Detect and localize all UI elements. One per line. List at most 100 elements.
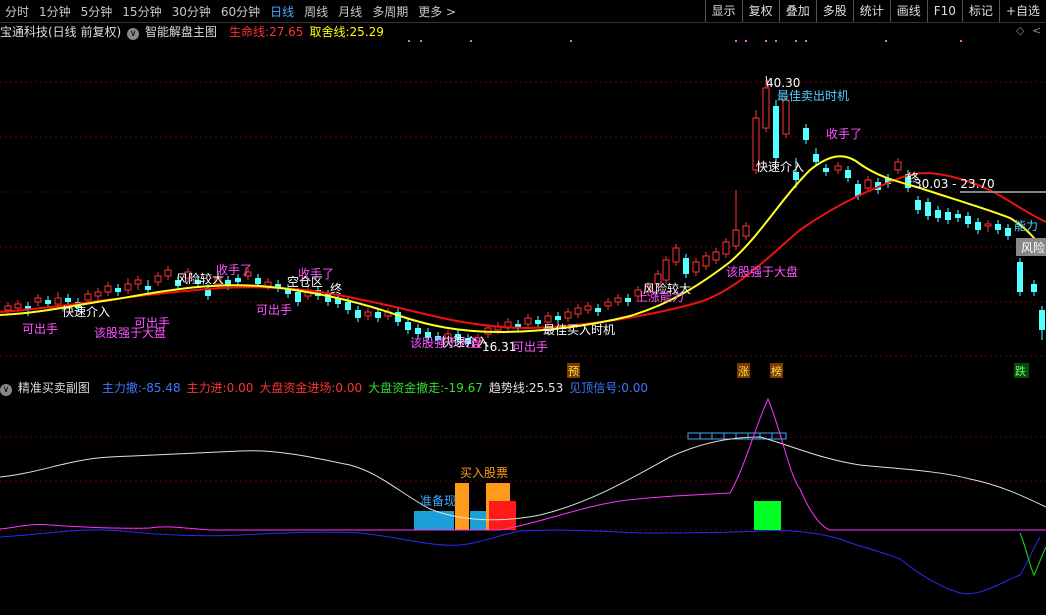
candle-body — [975, 222, 981, 230]
life-line-label: 生命线: — [229, 24, 270, 39]
main-force-in-value: 0.00 — [226, 380, 254, 395]
main-chart-header: 宝通科技(日线 前复权) ∨ 智能解盘主图 生命线:27.65 取舍线:25.2… — [0, 23, 390, 40]
candle-body — [692, 261, 700, 273]
main-force-out-label: 主力撤: — [101, 380, 142, 395]
sub-indicator-name: 精准买卖副图 — [17, 380, 90, 395]
candle-body — [1031, 284, 1037, 292]
candle-body — [742, 225, 750, 237]
ready-bar-2 — [470, 511, 488, 530]
candle-body — [984, 223, 992, 227]
trend-line-label: 趋势线: — [488, 380, 529, 395]
candle-body — [535, 320, 541, 324]
main-out-line — [0, 529, 1041, 595]
ability-label-2: 上涨能力 — [636, 289, 684, 304]
candle-body — [345, 302, 351, 310]
candle-body — [1017, 262, 1023, 292]
period-tab-intraday[interactable]: 分时 — [0, 3, 34, 20]
period-tab-monthly[interactable]: 月线 — [333, 3, 367, 20]
empty-zone-label: 空仓区 — [287, 275, 323, 289]
end-label-1: 终 — [330, 281, 342, 296]
sell-line-label: 取舍线: — [309, 24, 350, 39]
candle-body — [864, 179, 872, 189]
multi-stock-button[interactable]: 多股 — [815, 0, 853, 22]
candle-body — [965, 216, 971, 224]
candle-body — [702, 255, 710, 267]
candle-body — [134, 279, 142, 285]
period-tab-1min[interactable]: 1分钟 — [34, 3, 76, 20]
sub-grid-lines — [0, 436, 1046, 531]
ability-label-right: 能力 — [1014, 219, 1038, 233]
candle-body — [564, 311, 572, 319]
indicator-selector[interactable]: ∨ 智能解盘主图 — [127, 23, 223, 40]
tag-zhang: 涨 — [738, 365, 749, 378]
can-sell-label-4: 可出手 — [512, 340, 548, 354]
period-tab-more[interactable]: 更多 > — [413, 3, 461, 20]
candle-body — [955, 214, 961, 218]
candle-body — [145, 286, 151, 290]
adjust-button[interactable]: 复权 — [741, 0, 779, 22]
main-force-in-label: 主力进: — [186, 380, 227, 395]
candle-body — [415, 328, 421, 334]
price-high-label: 40.30 — [766, 76, 800, 90]
period-tab-15min[interactable]: 15分钟 — [117, 3, 166, 20]
candle-body — [4, 305, 12, 311]
period-tab-daily[interactable]: 日线 — [265, 3, 299, 20]
candle-body — [945, 212, 951, 220]
sub-indicator-selector[interactable]: ∨ 精准买卖副图 — [0, 379, 96, 396]
draw-line-button[interactable]: 画线 — [889, 0, 927, 22]
sub-chart-header: ∨ 精准买卖副图 主力撤:-85.48 主力进:0.00 大盘资金进场:0.00… — [0, 379, 654, 396]
candle-body — [255, 278, 261, 284]
period-tab-60min[interactable]: 60分钟 — [216, 3, 265, 20]
main-force-out-readout: 主力撤:-85.48 — [102, 379, 181, 396]
grid-lines — [0, 81, 1046, 357]
period-tab-5min[interactable]: 5分钟 — [76, 3, 118, 20]
candle-body — [813, 154, 819, 162]
trend-line-value: 25.53 — [528, 380, 564, 395]
main-chart[interactable]: 40.30 最佳卖出时机 收手了 快速介入 终 30.03 - 23.70 能力… — [0, 40, 1046, 380]
candle-body — [154, 275, 162, 283]
top-signal-readout: 见顶信号:0.00 — [569, 379, 648, 396]
overlay-button[interactable]: 叠加 — [778, 0, 816, 22]
candle-body — [823, 168, 829, 172]
candle-body — [803, 128, 809, 140]
add-watchlist-button[interactable]: +自选 — [998, 0, 1046, 22]
ready-label: 准备现 — [420, 494, 456, 508]
main-force-in-readout: 主力进:0.00 — [187, 379, 254, 396]
candle-body — [773, 106, 779, 158]
main-in-bar — [489, 501, 516, 530]
top-signal-line — [0, 397, 1046, 531]
period-tab-weekly[interactable]: 周线 — [299, 3, 333, 20]
tag-die: 跌 — [1015, 364, 1026, 378]
candle-body — [732, 229, 740, 247]
buy-stock-label: 买入股票 — [460, 466, 508, 480]
candle-body — [712, 251, 720, 261]
tag-bang: 榜 — [771, 364, 782, 378]
trend-line — [0, 436, 1046, 521]
shoushou-label-3: 收手了 — [826, 127, 862, 141]
candle-body — [782, 99, 790, 135]
chevron-left-icon[interactable]: < — [1032, 24, 1041, 37]
mark-button[interactable]: 标记 — [961, 0, 999, 22]
candle-body — [34, 297, 42, 303]
top-signal-label: 见顶信号: — [569, 380, 622, 395]
buy-bar-1 — [455, 483, 469, 530]
ready-bar — [414, 511, 454, 530]
candlesticks — [4, 80, 1045, 348]
period-tab-30min[interactable]: 30分钟 — [167, 3, 216, 20]
diamond-icon[interactable]: ◇ — [1016, 24, 1024, 37]
display-button[interactable]: 显示 — [704, 0, 742, 22]
top-signal-value: 0.00 — [621, 380, 649, 395]
f10-button[interactable]: F10 — [926, 0, 962, 22]
stronger-label-3: 该股强于大盘 — [726, 264, 798, 279]
candle-body — [524, 317, 532, 325]
sub-chart[interactable]: 准备现买入股票 — [0, 397, 1046, 615]
stronger-label-2: 该股强于大盘 — [410, 335, 482, 350]
candle-body — [544, 315, 552, 323]
stats-button[interactable]: 统计 — [852, 0, 890, 22]
candle-body — [722, 241, 730, 255]
period-tab-multi[interactable]: 多周期 — [367, 3, 413, 20]
candle-body — [295, 292, 301, 302]
quick-buy-label-1: 快速介入 — [62, 305, 110, 319]
candle-body — [54, 297, 62, 305]
candle-body — [915, 200, 921, 210]
